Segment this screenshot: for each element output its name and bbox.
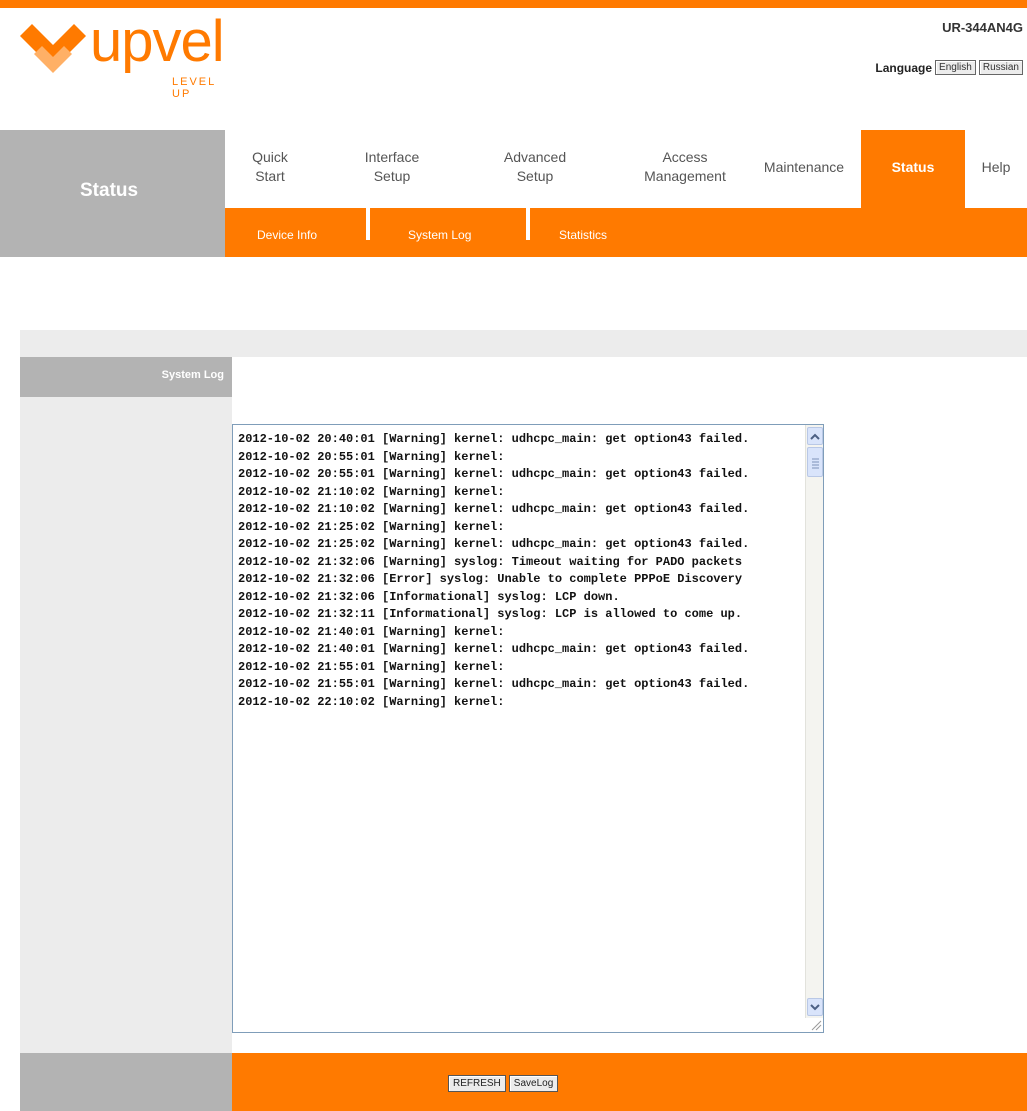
scroll-up-button[interactable] bbox=[807, 427, 823, 445]
nav-maintenance[interactable]: Maintenance bbox=[744, 158, 864, 177]
english-button[interactable]: English bbox=[935, 60, 976, 75]
main-menu: Quick Start Interface Setup Advanced Set… bbox=[225, 130, 1027, 208]
language-label: Language bbox=[875, 60, 933, 75]
resize-grip-icon[interactable] bbox=[808, 1017, 822, 1031]
save-log-button[interactable]: SaveLog bbox=[508, 1075, 559, 1092]
brand-name: upvel bbox=[90, 9, 225, 74]
top-accent-stripe bbox=[0, 0, 1027, 8]
left-column bbox=[20, 357, 232, 1053]
scroll-down-button[interactable] bbox=[807, 998, 823, 1016]
upvel-logo: upvel LEVEL UP bbox=[20, 9, 240, 100]
grip-lines-icon bbox=[812, 458, 819, 469]
nav-interface-setup[interactable]: Interface Setup bbox=[350, 148, 434, 186]
nav-access-management[interactable]: Access Management bbox=[630, 148, 740, 186]
nav-advanced-setup[interactable]: Advanced Setup bbox=[493, 148, 577, 186]
upvel-chevron-logo-icon bbox=[20, 24, 86, 73]
log-text: 2012-10-02 20:40:01 [Warning] kernel: ud… bbox=[238, 432, 750, 709]
content-header-bar bbox=[20, 330, 1027, 357]
nav-status[interactable]: Status bbox=[861, 130, 965, 208]
footer-left-panel bbox=[20, 1053, 232, 1111]
chevron-up-icon bbox=[810, 433, 820, 440]
system-log-textarea[interactable]: 2012-10-02 20:40:01 [Warning] kernel: ud… bbox=[232, 424, 824, 1033]
language-selector: Language English Russian bbox=[875, 60, 1023, 75]
nav-help[interactable]: Help bbox=[971, 158, 1021, 177]
page-title: Status bbox=[80, 180, 139, 201]
vertical-scrollbar[interactable] bbox=[805, 425, 823, 1018]
submenu-separator bbox=[366, 208, 370, 240]
submenu-statistics[interactable]: Statistics bbox=[559, 228, 607, 242]
nav-quick-start[interactable]: Quick Start bbox=[245, 148, 295, 186]
chevron-down-icon bbox=[810, 1003, 820, 1010]
footer-buttons: REFRESH SaveLog bbox=[448, 1075, 559, 1092]
sub-menu: Device Info System Log Statistics bbox=[225, 208, 1027, 257]
section-label: System Log bbox=[20, 357, 232, 397]
submenu-device-info[interactable]: Device Info bbox=[257, 228, 317, 242]
page-title-panel: Status bbox=[0, 130, 225, 257]
scroll-thumb[interactable] bbox=[807, 447, 823, 477]
submenu-separator bbox=[526, 208, 530, 240]
refresh-button[interactable]: REFRESH bbox=[448, 1075, 506, 1092]
russian-button[interactable]: Russian bbox=[978, 60, 1023, 75]
submenu-system-log[interactable]: System Log bbox=[408, 228, 471, 242]
model-name: UR-344AN4G bbox=[942, 20, 1023, 35]
footer-bar bbox=[232, 1053, 1027, 1111]
brand-tagline: LEVEL UP bbox=[172, 76, 216, 100]
